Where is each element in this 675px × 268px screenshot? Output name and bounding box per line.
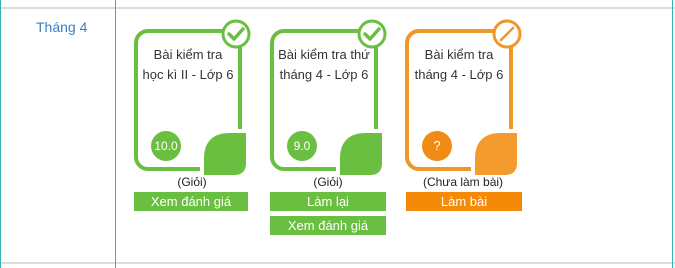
table-bottom-border: [0, 262, 675, 264]
not-done-icon: [492, 19, 522, 49]
test-status: (Giỏi): [313, 175, 343, 189]
test-card-2[interactable]: Bài kiểm tra thứ tháng 4 - Lớp 6 9.0: [270, 19, 387, 175]
redo-button[interactable]: Làm lại: [270, 192, 386, 211]
page-fold-icon: [204, 133, 246, 175]
column-divider: [115, 0, 116, 268]
do-test-button[interactable]: Làm bài: [406, 192, 522, 211]
table-right-border: [672, 0, 673, 268]
table-top-border: [0, 7, 675, 9]
test-card-3[interactable]: Bài kiểm tra tháng 4 - Lớp 6 ?: [405, 19, 522, 175]
view-evaluation-button[interactable]: Xem đánh giá: [134, 192, 248, 211]
test-status: (Chưa làm bài): [422, 175, 504, 189]
month-label: Tháng 4: [36, 19, 88, 35]
test-title: Bài kiểm tra học kì II - Lớp 6: [142, 47, 234, 82]
check-icon: [221, 19, 251, 49]
view-evaluation-button[interactable]: Xem đánh giá: [270, 216, 386, 235]
check-icon: [357, 19, 387, 49]
page-fold-icon: [475, 133, 517, 175]
score-badge: ?: [422, 131, 452, 161]
score-badge: 9.0: [287, 131, 317, 161]
page-fold-icon: [340, 133, 382, 175]
test-title: Bài kiểm tra tháng 4 - Lớp 6: [414, 47, 504, 82]
test-card-1[interactable]: Bài kiểm tra học kì II - Lớp 6 10.0: [134, 19, 251, 175]
table-left-border: [0, 0, 1, 268]
test-status: (Giỏi): [177, 175, 207, 189]
test-title: Bài kiểm tra thứ tháng 4 - Lớp 6: [278, 47, 370, 82]
score-badge: 10.0: [151, 131, 181, 161]
